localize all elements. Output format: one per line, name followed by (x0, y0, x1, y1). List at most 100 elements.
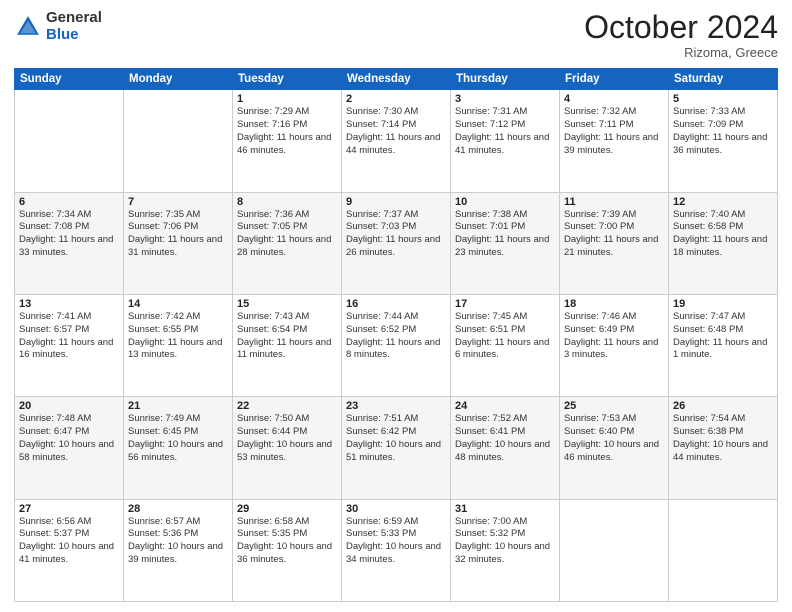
day-number: 20 (19, 400, 119, 412)
day-info: Sunrise: 6:58 AM Sunset: 5:35 PM Dayligh… (237, 516, 337, 567)
day-number: 2 (346, 93, 446, 105)
weekday-header-sunday: Sunday (15, 69, 124, 90)
day-cell: 25Sunrise: 7:53 AM Sunset: 6:40 PM Dayli… (560, 397, 669, 499)
day-cell: 14Sunrise: 7:42 AM Sunset: 6:55 PM Dayli… (124, 294, 233, 396)
day-number: 22 (237, 400, 337, 412)
day-cell: 20Sunrise: 7:48 AM Sunset: 6:47 PM Dayli… (15, 397, 124, 499)
calendar-table: SundayMondayTuesdayWednesdayThursdayFrid… (14, 68, 778, 602)
day-cell: 18Sunrise: 7:46 AM Sunset: 6:49 PM Dayli… (560, 294, 669, 396)
day-info: Sunrise: 7:00 AM Sunset: 5:32 PM Dayligh… (455, 516, 555, 567)
day-cell: 27Sunrise: 6:56 AM Sunset: 5:37 PM Dayli… (15, 499, 124, 601)
day-number: 15 (237, 298, 337, 310)
day-info: Sunrise: 6:59 AM Sunset: 5:33 PM Dayligh… (346, 516, 446, 567)
day-info: Sunrise: 7:47 AM Sunset: 6:48 PM Dayligh… (673, 311, 773, 362)
day-cell: 8Sunrise: 7:36 AM Sunset: 7:05 PM Daylig… (233, 192, 342, 294)
day-number: 29 (237, 503, 337, 515)
day-number: 26 (673, 400, 773, 412)
day-number: 5 (673, 93, 773, 105)
day-number: 10 (455, 196, 555, 208)
title-block: October 2024 Rizoma, Greece (584, 10, 778, 60)
day-info: Sunrise: 7:32 AM Sunset: 7:11 PM Dayligh… (564, 106, 664, 157)
day-number: 24 (455, 400, 555, 412)
day-cell: 24Sunrise: 7:52 AM Sunset: 6:41 PM Dayli… (451, 397, 560, 499)
day-number: 31 (455, 503, 555, 515)
day-number: 28 (128, 503, 228, 515)
day-number: 6 (19, 196, 119, 208)
day-cell (669, 499, 778, 601)
day-number: 9 (346, 196, 446, 208)
weekday-header-monday: Monday (124, 69, 233, 90)
weekday-header-wednesday: Wednesday (342, 69, 451, 90)
day-number: 30 (346, 503, 446, 515)
day-info: Sunrise: 7:39 AM Sunset: 7:00 PM Dayligh… (564, 209, 664, 260)
day-number: 1 (237, 93, 337, 105)
day-number: 8 (237, 196, 337, 208)
day-info: Sunrise: 7:43 AM Sunset: 6:54 PM Dayligh… (237, 311, 337, 362)
day-info: Sunrise: 7:34 AM Sunset: 7:08 PM Dayligh… (19, 209, 119, 260)
location-subtitle: Rizoma, Greece (584, 45, 778, 60)
day-cell: 7Sunrise: 7:35 AM Sunset: 7:06 PM Daylig… (124, 192, 233, 294)
day-info: Sunrise: 7:33 AM Sunset: 7:09 PM Dayligh… (673, 106, 773, 157)
day-cell: 19Sunrise: 7:47 AM Sunset: 6:48 PM Dayli… (669, 294, 778, 396)
day-cell: 13Sunrise: 7:41 AM Sunset: 6:57 PM Dayli… (15, 294, 124, 396)
day-info: Sunrise: 7:49 AM Sunset: 6:45 PM Dayligh… (128, 413, 228, 464)
day-info: Sunrise: 7:35 AM Sunset: 7:06 PM Dayligh… (128, 209, 228, 260)
month-title: October 2024 (584, 10, 778, 45)
weekday-header-tuesday: Tuesday (233, 69, 342, 90)
day-cell: 15Sunrise: 7:43 AM Sunset: 6:54 PM Dayli… (233, 294, 342, 396)
day-cell: 5Sunrise: 7:33 AM Sunset: 7:09 PM Daylig… (669, 90, 778, 192)
day-info: Sunrise: 7:45 AM Sunset: 6:51 PM Dayligh… (455, 311, 555, 362)
day-info: Sunrise: 7:53 AM Sunset: 6:40 PM Dayligh… (564, 413, 664, 464)
week-row-5: 27Sunrise: 6:56 AM Sunset: 5:37 PM Dayli… (15, 499, 778, 601)
day-info: Sunrise: 7:51 AM Sunset: 6:42 PM Dayligh… (346, 413, 446, 464)
week-row-4: 20Sunrise: 7:48 AM Sunset: 6:47 PM Dayli… (15, 397, 778, 499)
day-cell (124, 90, 233, 192)
day-cell: 11Sunrise: 7:39 AM Sunset: 7:00 PM Dayli… (560, 192, 669, 294)
logo-text: General Blue (46, 10, 102, 43)
day-cell: 2Sunrise: 7:30 AM Sunset: 7:14 PM Daylig… (342, 90, 451, 192)
day-info: Sunrise: 7:31 AM Sunset: 7:12 PM Dayligh… (455, 106, 555, 157)
day-cell: 30Sunrise: 6:59 AM Sunset: 5:33 PM Dayli… (342, 499, 451, 601)
day-cell: 21Sunrise: 7:49 AM Sunset: 6:45 PM Dayli… (124, 397, 233, 499)
logo-blue: Blue (46, 26, 79, 43)
day-cell: 3Sunrise: 7:31 AM Sunset: 7:12 PM Daylig… (451, 90, 560, 192)
week-row-2: 6Sunrise: 7:34 AM Sunset: 7:08 PM Daylig… (15, 192, 778, 294)
day-info: Sunrise: 6:57 AM Sunset: 5:36 PM Dayligh… (128, 516, 228, 567)
day-cell: 16Sunrise: 7:44 AM Sunset: 6:52 PM Dayli… (342, 294, 451, 396)
day-number: 3 (455, 93, 555, 105)
day-cell: 22Sunrise: 7:50 AM Sunset: 6:44 PM Dayli… (233, 397, 342, 499)
day-number: 27 (19, 503, 119, 515)
logo: General Blue (14, 10, 102, 43)
day-info: Sunrise: 7:46 AM Sunset: 6:49 PM Dayligh… (564, 311, 664, 362)
day-number: 25 (564, 400, 664, 412)
day-info: Sunrise: 7:29 AM Sunset: 7:16 PM Dayligh… (237, 106, 337, 157)
day-number: 12 (673, 196, 773, 208)
day-number: 14 (128, 298, 228, 310)
header: General Blue October 2024 Rizoma, Greece (14, 10, 778, 60)
logo-general: General (46, 9, 102, 26)
day-cell: 10Sunrise: 7:38 AM Sunset: 7:01 PM Dayli… (451, 192, 560, 294)
day-number: 11 (564, 196, 664, 208)
page: General Blue October 2024 Rizoma, Greece… (0, 0, 792, 612)
day-cell: 29Sunrise: 6:58 AM Sunset: 5:35 PM Dayli… (233, 499, 342, 601)
day-number: 19 (673, 298, 773, 310)
day-info: Sunrise: 7:52 AM Sunset: 6:41 PM Dayligh… (455, 413, 555, 464)
day-number: 13 (19, 298, 119, 310)
weekday-header-saturday: Saturday (669, 69, 778, 90)
weekday-header-row: SundayMondayTuesdayWednesdayThursdayFrid… (15, 69, 778, 90)
day-cell: 26Sunrise: 7:54 AM Sunset: 6:38 PM Dayli… (669, 397, 778, 499)
day-info: Sunrise: 7:54 AM Sunset: 6:38 PM Dayligh… (673, 413, 773, 464)
day-cell: 17Sunrise: 7:45 AM Sunset: 6:51 PM Dayli… (451, 294, 560, 396)
day-cell: 28Sunrise: 6:57 AM Sunset: 5:36 PM Dayli… (124, 499, 233, 601)
day-cell: 23Sunrise: 7:51 AM Sunset: 6:42 PM Dayli… (342, 397, 451, 499)
logo-icon (14, 13, 42, 41)
day-number: 21 (128, 400, 228, 412)
day-info: Sunrise: 7:42 AM Sunset: 6:55 PM Dayligh… (128, 311, 228, 362)
day-number: 18 (564, 298, 664, 310)
day-cell: 6Sunrise: 7:34 AM Sunset: 7:08 PM Daylig… (15, 192, 124, 294)
day-number: 16 (346, 298, 446, 310)
week-row-1: 1Sunrise: 7:29 AM Sunset: 7:16 PM Daylig… (15, 90, 778, 192)
day-info: Sunrise: 6:56 AM Sunset: 5:37 PM Dayligh… (19, 516, 119, 567)
day-cell (560, 499, 669, 601)
day-info: Sunrise: 7:37 AM Sunset: 7:03 PM Dayligh… (346, 209, 446, 260)
